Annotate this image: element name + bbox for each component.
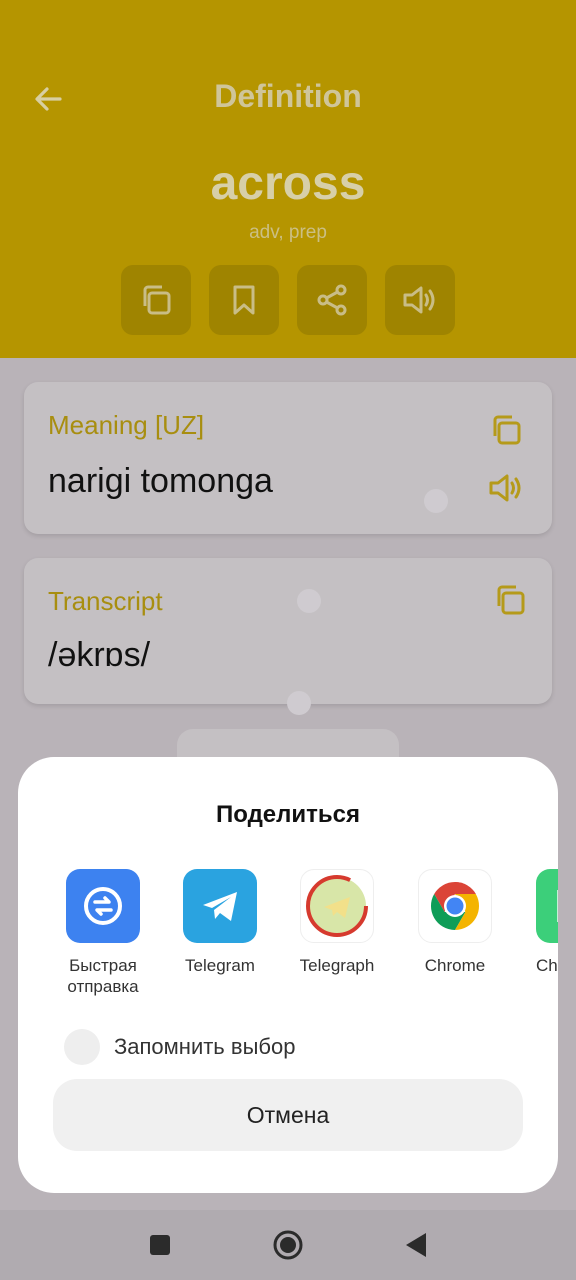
- word-heading: across: [210, 157, 366, 210]
- share-app-telegraph[interactable]: Telegraph: [281, 869, 393, 976]
- remember-choice-checkbox[interactable]: [64, 1029, 100, 1065]
- share-sheet: Поделиться Быстрая отправка Telegram Tel…: [18, 757, 558, 1193]
- meaning-label: Meaning [UZ]: [48, 410, 205, 440]
- telegram-icon: [183, 869, 257, 943]
- speak-meaning-button[interactable]: [486, 468, 526, 508]
- remember-choice-label: Запомнить выбор: [114, 1034, 296, 1059]
- share-app-chess[interactable]: Ches a: [502, 869, 558, 976]
- transcript-value: /əkrɒs/: [48, 636, 151, 674]
- copy-word-button[interactable]: [121, 265, 191, 335]
- share-sheet-title: Поделиться: [215, 801, 361, 828]
- meaning-card: Meaning [UZ] narigi tomonga: [24, 382, 552, 534]
- app-label: Telegraph: [299, 956, 375, 975]
- meaning-value: narigi tomonga: [48, 462, 273, 500]
- word-actions: [121, 265, 455, 335]
- chess-app-icon: [536, 869, 558, 943]
- transcript-label: Transcript: [48, 586, 163, 616]
- telegraph-icon: [300, 869, 374, 943]
- share-app-chrome[interactable]: Chrome: [399, 869, 511, 976]
- bookmark-icon: [233, 285, 255, 315]
- speaker-icon: [403, 286, 435, 314]
- system-nav-bar: [0, 1210, 576, 1280]
- remember-choice-option[interactable]: Запомнить выбор: [64, 1029, 295, 1065]
- home-circle-icon: [273, 1230, 303, 1260]
- app-header: Definition across adv, prep: [0, 0, 576, 358]
- transcript-card: Transcript /əkrɒs/: [24, 558, 552, 704]
- back-nav-button[interactable]: [396, 1225, 436, 1265]
- copy-meaning-button[interactable]: [486, 410, 526, 450]
- back-triangle-icon: [406, 1233, 426, 1257]
- copy-icon: [143, 285, 171, 315]
- recents-button[interactable]: [140, 1225, 180, 1265]
- share-button[interactable]: [297, 265, 367, 335]
- cancel-button[interactable]: Отмена: [53, 1079, 523, 1151]
- touch-indicator: [424, 489, 448, 513]
- part-of-speech: adv, prep: [249, 222, 327, 243]
- page-title: Definition: [214, 78, 362, 114]
- share-app-quick-send[interactable]: Быстрая отправка: [47, 869, 159, 997]
- share-app-telegram[interactable]: Telegram: [164, 869, 276, 976]
- copy-icon: [493, 415, 521, 445]
- home-button[interactable]: [268, 1225, 308, 1265]
- copy-transcript-button[interactable]: [490, 580, 530, 620]
- app-label: Ches a: [536, 956, 558, 975]
- chrome-icon: [418, 869, 492, 943]
- app-label: Быстрая отправка: [67, 956, 139, 996]
- pronounce-button[interactable]: [385, 265, 455, 335]
- share-app-list[interactable]: Быстрая отправка Telegram Telegraph Chro…: [18, 869, 558, 1009]
- app-label: Chrome: [424, 956, 486, 975]
- quick-send-icon: [66, 869, 140, 943]
- touch-indicator: [287, 691, 311, 715]
- app-label: Telegram: [185, 956, 255, 975]
- recents-square-icon: [150, 1235, 170, 1255]
- touch-indicator: [297, 589, 321, 613]
- bookmark-button[interactable]: [209, 265, 279, 335]
- copy-icon: [497, 585, 525, 615]
- speaker-icon: [489, 474, 521, 502]
- share-icon: [317, 284, 347, 316]
